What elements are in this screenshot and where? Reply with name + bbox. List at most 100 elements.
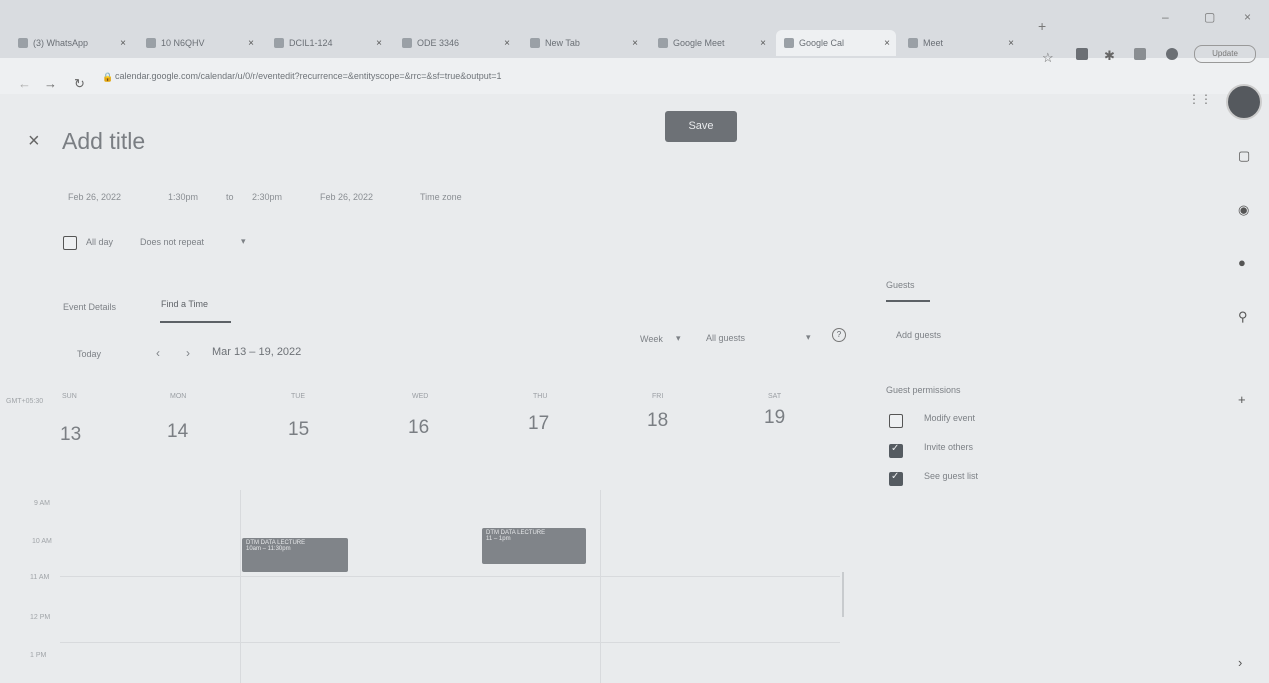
event-title-input[interactable]: Add title xyxy=(62,128,145,155)
new-tab-icon[interactable]: + xyxy=(1038,18,1046,34)
close-window-icon[interactable]: × xyxy=(1244,10,1251,24)
close-tab-icon[interactable]: × xyxy=(504,38,510,49)
guest-permissions-label: Guest permissions xyxy=(886,385,961,395)
avatar[interactable] xyxy=(1226,84,1262,120)
lock-icon: 🔒 xyxy=(102,72,114,82)
minimize-icon[interactable]: – xyxy=(1162,10,1169,24)
grid-line xyxy=(600,490,601,683)
day-abbr: WED xyxy=(412,393,429,400)
calendar-event[interactable]: DTM DATA LECTURE 10am – 11:30pm xyxy=(242,538,348,572)
time-label: 12 PM xyxy=(30,614,51,621)
day-number[interactable]: 18 xyxy=(647,410,668,432)
close-tab-icon[interactable]: × xyxy=(760,38,766,49)
all-day-label: All day xyxy=(86,237,114,247)
event-time: 10am – 11:30pm xyxy=(246,546,291,552)
close-tab-icon[interactable]: × xyxy=(632,38,638,49)
grid-line xyxy=(240,490,241,683)
update-button[interactable]: Update xyxy=(1194,45,1256,63)
active-tab-indicator xyxy=(160,321,231,323)
timezone-link[interactable]: Time zone xyxy=(420,192,462,202)
back-icon[interactable]: ← xyxy=(18,76,31,91)
time-label: 1 PM xyxy=(30,652,47,659)
grid-line xyxy=(60,576,840,577)
browser-tab-active[interactable]: Google Cal × xyxy=(776,30,896,56)
guests-filter-select[interactable]: All guests xyxy=(706,333,745,343)
browser-tab[interactable]: ODE 3346 × xyxy=(394,30,516,56)
see-guest-list-label: See guest list xyxy=(924,471,979,481)
browser-tab[interactable]: DCIL1-124 × xyxy=(266,30,388,56)
next-week-icon[interactable]: › xyxy=(186,346,190,360)
tasks-icon[interactable]: ▢ xyxy=(1238,148,1250,164)
all-day-checkbox[interactable] xyxy=(63,236,77,250)
day-number[interactable]: 16 xyxy=(408,417,429,439)
browser-tab[interactable]: Google Meet × xyxy=(650,30,772,56)
end-date-field[interactable]: Feb 26, 2022 xyxy=(320,192,373,202)
maximize-icon[interactable]: ▢ xyxy=(1204,10,1215,24)
help-icon[interactable]: ? xyxy=(832,328,846,342)
maps-icon[interactable]: ⚲ xyxy=(1238,309,1248,325)
whatsapp-icon xyxy=(18,38,28,48)
close-tab-icon[interactable]: × xyxy=(884,38,890,49)
extension-icon[interactable] xyxy=(1076,48,1088,60)
close-tab-icon[interactable]: × xyxy=(376,38,382,49)
modify-event-label: Modify event xyxy=(924,413,976,423)
page-icon xyxy=(402,38,412,48)
day-abbr: SAT xyxy=(768,393,782,400)
prev-week-icon[interactable]: ‹ xyxy=(156,346,160,360)
view-dropdown-icon[interactable]: ▾ xyxy=(676,333,681,344)
puzzle-icon[interactable]: ✱ xyxy=(1104,48,1115,64)
add-addon-icon[interactable]: + xyxy=(1238,392,1246,407)
profile-icon[interactable] xyxy=(1166,48,1178,60)
apps-grid-icon[interactable]: ⋮⋮ xyxy=(1188,92,1212,106)
add-guests-input[interactable]: Add guests xyxy=(896,330,941,340)
keep-icon[interactable]: ◉ xyxy=(1238,202,1249,218)
guests-dropdown-icon[interactable]: ▾ xyxy=(806,332,811,343)
see-guest-list-checkbox[interactable] xyxy=(889,471,903,486)
browser-tab[interactable]: Meet × xyxy=(900,30,1020,56)
view-select[interactable]: Week xyxy=(640,334,663,344)
close-icon[interactable]: × xyxy=(28,130,40,153)
close-tab-icon[interactable]: × xyxy=(248,38,254,49)
repeat-dropdown-icon[interactable]: ▾ xyxy=(241,236,246,247)
invite-others-label: Invite others xyxy=(924,442,974,452)
day-abbr: MON xyxy=(170,393,187,400)
start-time-field[interactable]: 1:30pm xyxy=(168,192,198,202)
bookmark-star-icon[interactable]: ☆ xyxy=(1042,50,1054,66)
calendar-event-page xyxy=(0,94,1269,683)
repeat-select[interactable]: Does not repeat xyxy=(140,237,204,247)
day-abbr: TUE xyxy=(291,393,305,400)
url-field[interactable]: calendar.google.com/calendar/u/0/r/event… xyxy=(115,66,995,86)
expand-panel-icon[interactable]: › xyxy=(1238,655,1242,670)
tab-guests[interactable]: Guests xyxy=(886,280,915,290)
day-number[interactable]: 17 xyxy=(528,413,549,435)
close-tab-icon[interactable]: × xyxy=(120,38,126,49)
today-button[interactable]: Today xyxy=(77,349,101,359)
time-label: 10 AM xyxy=(32,538,52,545)
invite-others-checkbox[interactable] xyxy=(889,443,903,458)
day-number[interactable]: 14 xyxy=(167,421,188,443)
browser-tab[interactable]: (3) WhatsApp × xyxy=(10,30,132,56)
contacts-icon[interactable]: ● xyxy=(1238,255,1246,270)
reload-icon[interactable]: ↻ xyxy=(74,76,85,92)
forward-icon[interactable]: → xyxy=(44,76,57,91)
end-time-field[interactable]: 2:30pm xyxy=(252,192,282,202)
start-date-field[interactable]: Feb 26, 2022 xyxy=(68,192,121,202)
browser-tab[interactable]: 10 N6QHV × xyxy=(138,30,260,56)
browser-tab[interactable]: New Tab × xyxy=(522,30,644,56)
tab-find-a-time[interactable]: Find a Time xyxy=(161,299,208,309)
day-number[interactable]: 19 xyxy=(764,407,785,429)
modify-event-checkbox[interactable] xyxy=(889,414,903,428)
grid-line xyxy=(60,642,840,643)
calendar-event[interactable]: DTM DATA LECTURE 11 – 1pm xyxy=(482,528,586,564)
chrome-icon xyxy=(530,38,540,48)
day-abbr: SUN xyxy=(62,393,77,400)
page-icon xyxy=(274,38,284,48)
close-tab-icon[interactable]: × xyxy=(1008,38,1014,49)
save-button[interactable]: Save xyxy=(665,111,737,142)
day-number[interactable]: 15 xyxy=(288,419,309,441)
tab-event-details[interactable]: Event Details xyxy=(63,302,116,312)
day-number[interactable]: 13 xyxy=(60,424,81,446)
guests-tab-indicator xyxy=(886,300,930,302)
sidebar-icon[interactable] xyxy=(1134,48,1146,60)
time-label: 11 AM xyxy=(30,574,50,581)
